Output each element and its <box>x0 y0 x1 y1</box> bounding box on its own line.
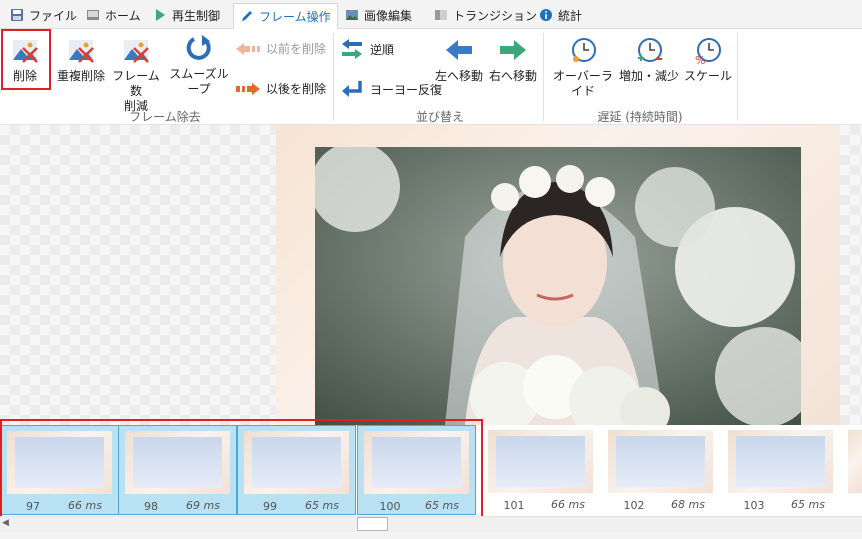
frame-duration: 68 ms <box>671 498 705 511</box>
ribbon-separator-1 <box>333 33 334 121</box>
group-label-reorder: 並び替え <box>415 110 464 124</box>
reduce-frames-button[interactable]: フレーム数 削減 <box>109 35 163 114</box>
tab-home-label: ホーム <box>105 8 141 23</box>
reverse-icon <box>342 39 362 59</box>
reverse-label: 逆順 <box>370 42 395 57</box>
scale-button[interactable]: % スケール <box>684 35 732 84</box>
group-label-delay: 遅延 (持続時間) <box>597 110 683 124</box>
loop-icon <box>186 35 211 60</box>
info-icon <box>540 9 552 21</box>
duplicate-frame-icon <box>69 40 94 63</box>
delete-after-label: 以後を削除 <box>266 82 327 96</box>
yoyo-label: ヨーヨー反復 <box>370 82 443 97</box>
remove-duplicates-label: 重複削除 <box>56 69 105 83</box>
bride-photo <box>315 147 801 425</box>
transition-icon <box>435 10 447 20</box>
frame-thumbnail-image <box>488 430 593 493</box>
ribbon-tab-bar: ファイル ホーム 再生制御 フレーム操作 画像編集 トランジション 統計 <box>0 0 862 29</box>
image-icon <box>346 10 358 20</box>
save-icon <box>11 9 23 21</box>
smooth-loop-label: スムーズループ <box>169 67 229 96</box>
arrow-right-icon <box>236 82 260 95</box>
arrow-left-icon <box>446 40 472 60</box>
tab-transition-label: トランジション <box>453 8 538 23</box>
frame-number: 103 <box>743 499 765 512</box>
move-left-label: 左へ移動 <box>434 69 483 83</box>
clock-override-icon <box>572 38 596 62</box>
frame-number: 102 <box>623 499 645 512</box>
frame-thumb[interactable]: 102 68 ms <box>602 425 721 515</box>
frame-thumbnail-image <box>728 430 833 493</box>
tab-playback[interactable]: 再生制御 <box>147 3 226 27</box>
reverse-button[interactable]: 逆順 <box>340 37 394 61</box>
increase-decrease-button[interactable]: 増加・減少 <box>619 35 679 84</box>
tab-image-edit-label: 画像編集 <box>364 8 413 23</box>
reduce-frames-label-1: フレーム数 <box>112 69 160 98</box>
tab-playback-label: 再生制御 <box>172 8 221 23</box>
delete-before-button[interactable]: 以前を削除 <box>236 40 326 57</box>
group-label-frame-remove: フレーム除去 <box>129 110 201 124</box>
move-right-button[interactable]: 右へ移動 <box>488 35 538 84</box>
yoyo-button[interactable]: ヨーヨー反復 <box>340 77 442 101</box>
ribbon-separator-2 <box>543 33 544 121</box>
clock-percent-icon: % <box>695 38 721 65</box>
scrollbar-thumb[interactable] <box>357 517 388 531</box>
delete-after-button[interactable]: 以後を削除 <box>236 80 326 97</box>
frame-thumb-partial[interactable] <box>842 425 862 515</box>
clock-plus-minus-icon <box>638 38 662 62</box>
remove-duplicates-button[interactable]: 重複削除 <box>53 35 109 84</box>
override-label: オーバーライド <box>553 69 613 98</box>
tab-file-label: ファイル <box>29 8 78 23</box>
frame-thumbnail-image <box>848 430 862 493</box>
yoyo-icon <box>342 81 362 97</box>
frame-thumb[interactable]: 101 66 ms <box>482 425 601 515</box>
tab-statistics-label: 統計 <box>558 8 583 23</box>
override-button[interactable]: オーバーライド <box>548 35 618 99</box>
status-bar <box>0 532 862 539</box>
tab-image-edit[interactable]: 画像編集 <box>339 3 418 27</box>
increase-decrease-label: 増加・減少 <box>619 69 680 83</box>
scroll-left-icon[interactable]: ◀ <box>2 518 9 528</box>
tab-frame-edit-label: フレーム操作 <box>259 9 331 24</box>
tab-home[interactable]: ホーム <box>80 3 147 27</box>
frame-preview-image <box>315 147 801 425</box>
delete-highlight-box <box>1 29 51 90</box>
arrow-left-icon <box>236 42 260 55</box>
tab-file[interactable]: ファイル <box>4 3 83 27</box>
tab-transition[interactable]: トランジション <box>428 3 543 27</box>
play-icon <box>156 9 165 21</box>
pencil-icon <box>242 11 252 21</box>
move-right-label: 右へ移動 <box>488 69 537 83</box>
frame-canvas[interactable] <box>0 125 862 425</box>
ribbon-separator-3 <box>737 33 738 121</box>
tab-frame-edit[interactable]: フレーム操作 <box>233 3 338 29</box>
reduce-frames-icon <box>124 40 149 63</box>
frame-duration: 65 ms <box>791 498 825 511</box>
scale-label: スケール <box>684 69 733 83</box>
frame-thumbnail-image <box>608 430 713 493</box>
selection-highlight-box <box>0 419 483 522</box>
tab-statistics[interactable]: 統計 <box>533 3 588 27</box>
arrow-right-icon <box>500 40 526 60</box>
home-icon <box>87 10 99 20</box>
smooth-loop-button[interactable]: スムーズループ <box>164 33 234 97</box>
svg-text:%: % <box>695 54 705 65</box>
delete-before-label: 以前を削除 <box>266 42 327 56</box>
frame-duration: 66 ms <box>551 498 585 511</box>
ribbon-panel: 削除 重複削除 フレーム数 削減 スムーズループ 以前を削除 以後を削除 フレー… <box>0 29 862 125</box>
move-left-button[interactable]: 左へ移動 <box>434 35 484 84</box>
frame-thumb[interactable]: 103 65 ms <box>722 425 841 515</box>
filmstrip-scrollbar[interactable] <box>0 516 862 533</box>
frame-number: 101 <box>503 499 525 512</box>
